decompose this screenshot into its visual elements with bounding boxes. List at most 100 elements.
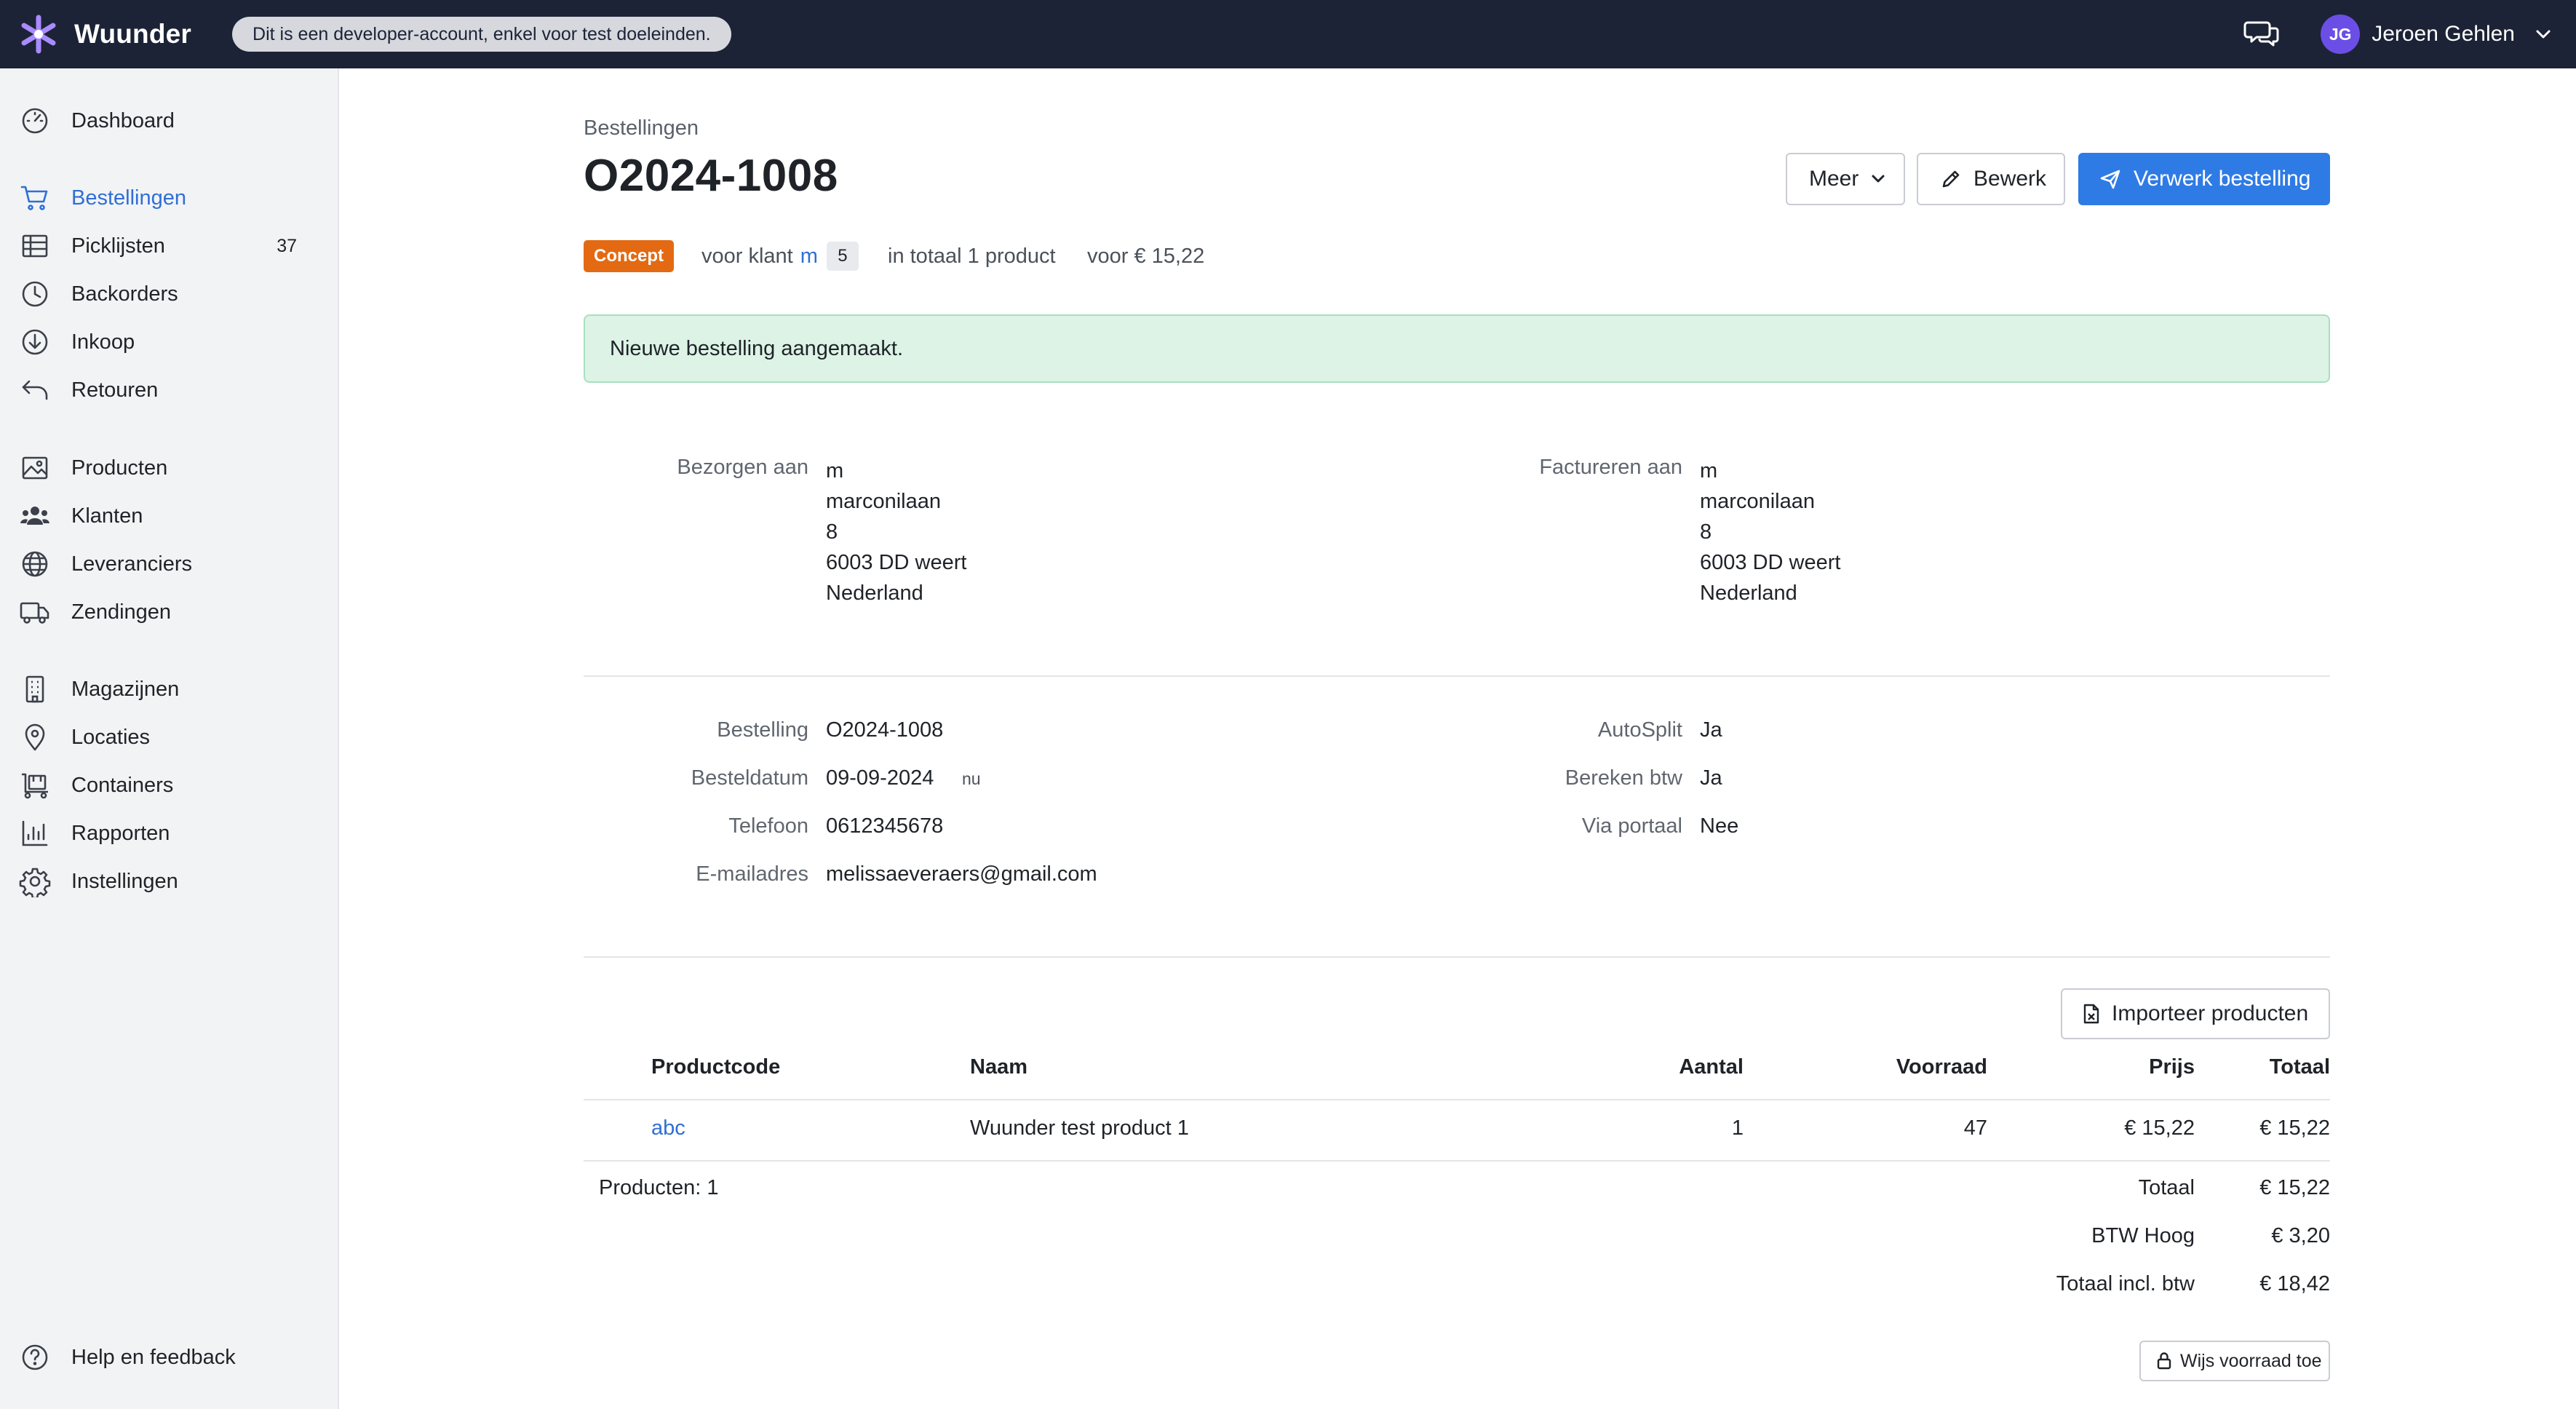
brand[interactable]: Wuunder bbox=[19, 15, 191, 54]
sidebar-item-label: Magazijnen bbox=[71, 677, 180, 701]
shipping-address: m marconilaan 8 6003 DD weert Nederland bbox=[826, 456, 966, 608]
sidebar-item-backorders[interactable]: Backorders bbox=[0, 273, 338, 315]
order-date-label: Besteldatum bbox=[691, 766, 808, 790]
sidebar-item-klanten[interactable]: Klanten bbox=[0, 495, 338, 537]
edit-button-label: Bewerk bbox=[1973, 167, 2047, 191]
sidebar-item-help[interactable]: Help en feedback bbox=[0, 1336, 338, 1378]
product-total: € 15,22 bbox=[2259, 1116, 2330, 1140]
file-import-icon bbox=[2083, 1004, 2099, 1024]
address-line: 6003 DD weert bbox=[1700, 551, 1841, 574]
sidebar: Dashboard Bestellingen Picklijsten 37 Ba… bbox=[0, 68, 339, 1409]
address-line: 6003 DD weert bbox=[826, 551, 967, 574]
sidebar-item-label: Rapporten bbox=[71, 821, 170, 845]
sidebar-item-inkoop[interactable]: Inkoop bbox=[0, 321, 338, 363]
address-line: m bbox=[1700, 459, 1718, 483]
download-circle-icon bbox=[22, 329, 48, 355]
wuunder-logo-icon bbox=[21, 15, 56, 54]
customer-prefix: voor klant bbox=[701, 244, 793, 268]
address-line: 8 bbox=[1700, 520, 1712, 544]
sidebar-item-bestellingen[interactable]: Bestellingen bbox=[0, 177, 338, 219]
customer-count-badge: 5 bbox=[826, 242, 859, 271]
column-header-quantity[interactable]: Aantal bbox=[1598, 1055, 1744, 1079]
email-value: melissaeveraers@gmail.com bbox=[826, 862, 1097, 886]
send-icon bbox=[2100, 170, 2120, 189]
column-header-code[interactable]: Productcode bbox=[651, 1055, 780, 1079]
dashboard-icon bbox=[22, 108, 48, 134]
import-products-button[interactable]: Importeer producten bbox=[2061, 988, 2330, 1039]
sidebar-item-zendingen[interactable]: Zendingen bbox=[0, 591, 338, 633]
column-header-total[interactable]: Totaal bbox=[2185, 1055, 2330, 1079]
image-icon bbox=[22, 456, 48, 480]
clock-icon bbox=[22, 281, 48, 307]
order-number-label: Bestelling bbox=[717, 718, 808, 742]
vat-value: € 3,20 bbox=[2271, 1224, 2330, 1247]
building-icon bbox=[25, 675, 44, 703]
avatar[interactable]: JG bbox=[2321, 15, 2361, 54]
shipping-address-label: Bezorgen aan bbox=[677, 456, 808, 479]
grand-total-value: € 18,42 bbox=[2259, 1272, 2330, 1295]
import-products-label: Importeer producten bbox=[2112, 1001, 2309, 1025]
column-header-name[interactable]: Naam bbox=[970, 1055, 1027, 1079]
user-name[interactable]: Jeroen Gehlen bbox=[2372, 22, 2515, 47]
sidebar-item-label: Locaties bbox=[71, 725, 151, 749]
cart-icon bbox=[20, 186, 48, 210]
map-pin-icon bbox=[25, 723, 45, 751]
table-icon bbox=[22, 234, 48, 258]
sidebar-item-label: Retouren bbox=[71, 378, 159, 402]
calculate-vat-value: Ja bbox=[1700, 766, 1722, 790]
sidebar-item-containers[interactable]: Containers bbox=[0, 764, 338, 806]
users-icon bbox=[20, 507, 49, 525]
column-header-price[interactable]: Prijs bbox=[2049, 1055, 2195, 1079]
vat-label: BTW Hoog bbox=[2091, 1224, 2195, 1247]
allocate-stock-button[interactable]: Wijs voorraad toe bbox=[2139, 1341, 2330, 1381]
sidebar-item-dashboard[interactable]: Dashboard bbox=[0, 100, 338, 142]
breadcrumb[interactable]: Bestellingen bbox=[584, 116, 699, 140]
via-portal-value: Nee bbox=[1700, 814, 1739, 838]
address-line: 8 bbox=[826, 520, 838, 544]
order-date-value: 09-09-2024 bbox=[826, 766, 934, 790]
brand-name: Wuunder bbox=[74, 19, 192, 49]
alert-message: Nieuwe bestelling aangemaakt. bbox=[610, 336, 904, 360]
edit-button[interactable]: Bewerk bbox=[1917, 153, 2065, 205]
sidebar-item-label: Leveranciers bbox=[71, 552, 193, 576]
sidebar-item-label: Picklijsten bbox=[71, 234, 165, 258]
pencil-icon bbox=[1942, 170, 1960, 188]
more-button-label: Meer bbox=[1809, 167, 1859, 191]
top-bar: Wuunder Dit is een developer-account, en… bbox=[0, 0, 2576, 68]
process-order-button-label: Verwerk bestelling bbox=[2134, 167, 2311, 191]
sidebar-item-picklijsten[interactable]: Picklijsten 37 bbox=[0, 225, 338, 267]
product-name: Wuunder test product 1 bbox=[970, 1116, 1189, 1140]
more-button[interactable]: Meer bbox=[1786, 153, 1905, 205]
column-header-stock[interactable]: Voorraad bbox=[1842, 1055, 1987, 1079]
success-alert: Nieuwe bestelling aangemaakt. bbox=[584, 314, 2330, 383]
sidebar-item-instellingen[interactable]: Instellingen bbox=[0, 860, 338, 902]
divider bbox=[584, 675, 2330, 677]
calculate-vat-label: Bereken btw bbox=[1565, 766, 1682, 790]
sidebar-item-label: Instellingen bbox=[71, 869, 178, 893]
chevron-down-icon[interactable] bbox=[2532, 23, 2554, 45]
truck-icon bbox=[20, 602, 49, 624]
product-code-link[interactable]: abc bbox=[651, 1116, 685, 1140]
sidebar-item-retouren[interactable]: Retouren bbox=[0, 369, 338, 411]
sidebar-item-label: Bestellingen bbox=[71, 186, 186, 210]
customer-info: voor klant m 5 bbox=[701, 240, 859, 272]
container-icon bbox=[22, 773, 48, 799]
sidebar-item-label: Klanten bbox=[71, 504, 143, 528]
sidebar-item-label: Zendingen bbox=[71, 600, 172, 624]
phone-label: Telefoon bbox=[728, 814, 808, 838]
sidebar-item-leveranciers[interactable]: Leveranciers bbox=[0, 543, 338, 585]
subtotal-value: € 15,22 bbox=[2259, 1176, 2330, 1199]
customer-link[interactable]: m bbox=[800, 245, 818, 269]
product-quantity: 1 bbox=[1731, 1116, 1744, 1140]
chat-icon[interactable] bbox=[2243, 15, 2281, 53]
sidebar-item-producten[interactable]: Producten bbox=[0, 447, 338, 489]
sidebar-item-magazijnen[interactable]: Magazijnen bbox=[0, 668, 338, 710]
process-order-button[interactable]: Verwerk bestelling bbox=[2078, 153, 2330, 205]
sidebar-item-locaties[interactable]: Locaties bbox=[0, 716, 338, 758]
address-line: marconilaan bbox=[1700, 490, 1815, 513]
gear-icon bbox=[19, 868, 51, 897]
sidebar-item-rapporten[interactable]: Rapporten bbox=[0, 812, 338, 854]
order-date-relative: nu bbox=[962, 769, 981, 788]
autosplit-value: Ja bbox=[1700, 718, 1722, 742]
globe-icon bbox=[22, 551, 48, 577]
